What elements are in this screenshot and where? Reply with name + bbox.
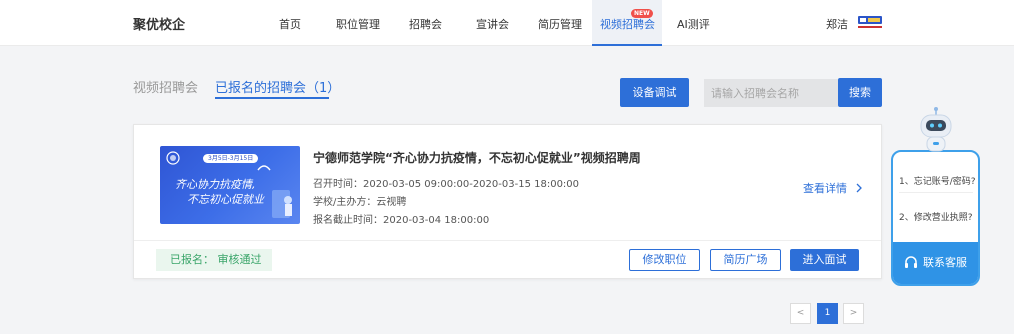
pagination-prev-button[interactable]: <: [790, 303, 811, 324]
view-details-label: 查看详情: [803, 182, 847, 195]
tab-registered-job-fair[interactable]: 已报名的招聘会（1）: [215, 77, 340, 96]
nav-video-job-fair[interactable]: 视频招聘会: [600, 16, 655, 32]
brand-name[interactable]: 聚优校企: [133, 14, 185, 33]
headset-icon: [905, 256, 917, 268]
nav-home[interactable]: 首页: [279, 16, 301, 32]
nav-ai-assessment[interactable]: AI测评: [677, 16, 710, 32]
nav-resume-management[interactable]: 简历管理: [538, 16, 582, 32]
event-organizer: 学校/主办方：云视聘: [313, 197, 407, 208]
pagination-next-button[interactable]: >: [843, 303, 864, 324]
event-start-time: 召开时间：2020-03-05 09:00:00-2020-03-15 18:0…: [313, 179, 580, 190]
tab-video-job-fair[interactable]: 视频招聘会: [133, 77, 198, 96]
school-logo-icon[interactable]: [856, 13, 884, 31]
new-badge: NEW: [631, 9, 653, 18]
moon-icon: [257, 165, 271, 171]
contact-service-button[interactable]: 联系客服: [893, 242, 978, 284]
edit-position-button[interactable]: 修改职位: [629, 249, 700, 271]
top-nav-bar: 聚优校企 首页 职位管理 招聘会 宣讲会 简历管理 视频招聘会 NEW AI测评…: [0, 0, 1014, 46]
poster-date-range: 3月5日-3月15日: [203, 154, 259, 163]
contact-service-label: 联系客服: [923, 256, 967, 269]
card-divider: [134, 240, 881, 241]
university-seal-icon: [166, 151, 180, 165]
tab-active-underline: [215, 97, 329, 99]
customer-service-panel: 1、忘记账号/密码? 2、修改营业执照? 联系客服: [891, 150, 980, 286]
search-input[interactable]: [704, 79, 838, 107]
nav-position-management[interactable]: 职位管理: [336, 16, 380, 32]
pagination-page-1[interactable]: 1: [817, 303, 838, 324]
faq-forgot-password[interactable]: 1、忘记账号/密码?: [899, 174, 976, 187]
faq-divider: [899, 192, 973, 193]
poster-slogan-line2: 不忘初心促就业: [187, 193, 264, 206]
view-details-link[interactable]: 查看详情: [803, 180, 863, 196]
enter-interview-button[interactable]: 进入面试: [790, 249, 859, 271]
resume-square-button[interactable]: 简历广场: [710, 249, 781, 271]
search-button[interactable]: 搜索: [838, 78, 882, 107]
robot-mascot-icon[interactable]: [915, 106, 957, 158]
event-deadline: 报名截止时间：2020-03-04 18:00:00: [313, 215, 490, 226]
registration-status-badge: 已报名： 审核通过: [156, 249, 272, 271]
nav-presentation[interactable]: 宣讲会: [476, 16, 509, 32]
device-test-button[interactable]: 设备调试: [620, 78, 689, 107]
user-name[interactable]: 郑洁: [826, 16, 848, 32]
poster-figure-illustration: [272, 190, 292, 218]
chevron-right-icon: [856, 183, 862, 193]
poster-slogan-line1: 齐心协力抗疫情,: [175, 178, 256, 191]
job-fair-poster[interactable]: 3月5日-3月15日 齐心协力抗疫情, 不忘初心促就业: [160, 146, 300, 224]
nav-job-fair[interactable]: 招聘会: [409, 16, 442, 32]
event-title[interactable]: 宁德师范学院“齐心协力抗疫情，不忘初心促就业”视频招聘周: [313, 149, 641, 166]
faq-change-license[interactable]: 2、修改营业执照?: [899, 210, 973, 223]
